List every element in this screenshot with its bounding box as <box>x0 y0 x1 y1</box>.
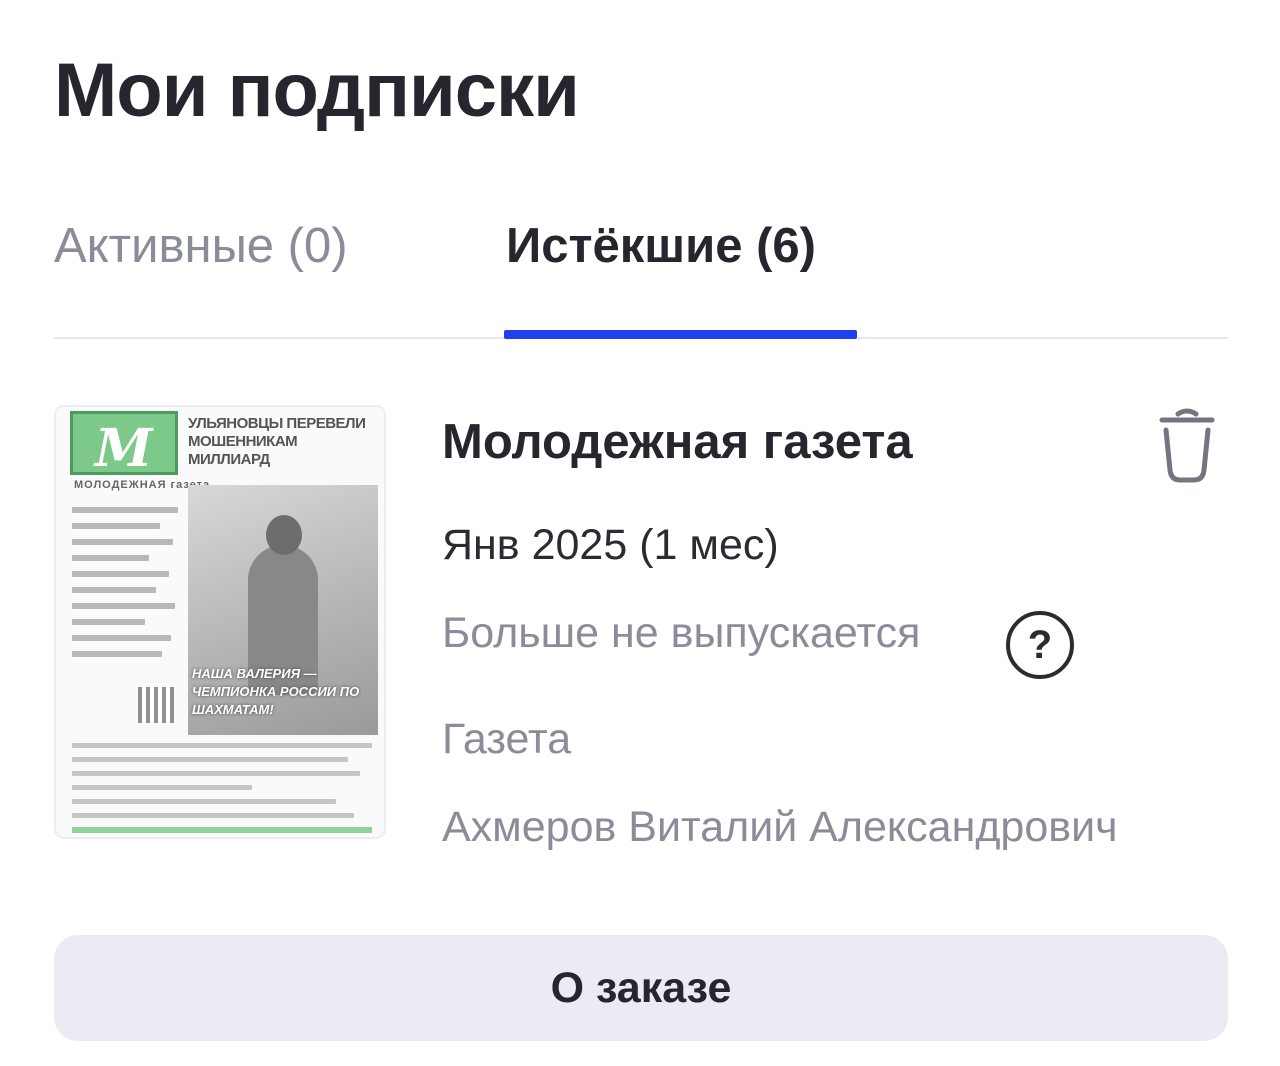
tab-expired[interactable]: Истёкшие (6) <box>506 210 816 282</box>
newspaper-cover-thumbnail: М УЛЬЯНОВЦЫ ПЕРЕВЕЛИ МОШЕННИКАМ МИЛЛИАРД… <box>54 405 386 839</box>
question-circle-icon[interactable]: ? <box>1006 611 1074 679</box>
subscription-period: Янв 2025 (1 мес) <box>442 521 779 569</box>
cover-headline: УЛЬЯНОВЦЫ ПЕРЕВЕЛИ МОШЕННИКАМ МИЛЛИАРД <box>188 415 366 468</box>
qr-code <box>138 687 174 723</box>
trash-icon[interactable] <box>1148 404 1226 488</box>
cover-footer-strip <box>72 827 372 833</box>
subscription-title: Молодежная газета <box>442 415 913 469</box>
order-details-button[interactable]: О заказе <box>54 935 1228 1041</box>
active-tab-indicator <box>504 330 857 339</box>
cover-left-column <box>72 507 182 667</box>
cover-photo: НАША ВАЛЕРИЯ — ЧЕМПИОНКА РОССИИ ПО ШАХМА… <box>188 485 378 735</box>
subscription-tabs: Активные (0) Истёкшие (6) <box>54 210 1228 340</box>
cover-banner: НАША ВАЛЕРИЯ — ЧЕМПИОНКА РОССИИ ПО ШАХМА… <box>192 666 360 717</box>
subscription-status: Больше не выпускается <box>442 609 921 657</box>
cover-bottom-articles <box>72 743 372 837</box>
newspaper-logo: М <box>70 411 178 479</box>
page-title: Мои подписки <box>54 48 580 133</box>
tab-active[interactable]: Активные (0) <box>54 210 348 282</box>
subscription-type: Газета <box>442 715 572 763</box>
subscription-recipient: Ахмеров Виталий Александрович <box>442 803 1118 851</box>
